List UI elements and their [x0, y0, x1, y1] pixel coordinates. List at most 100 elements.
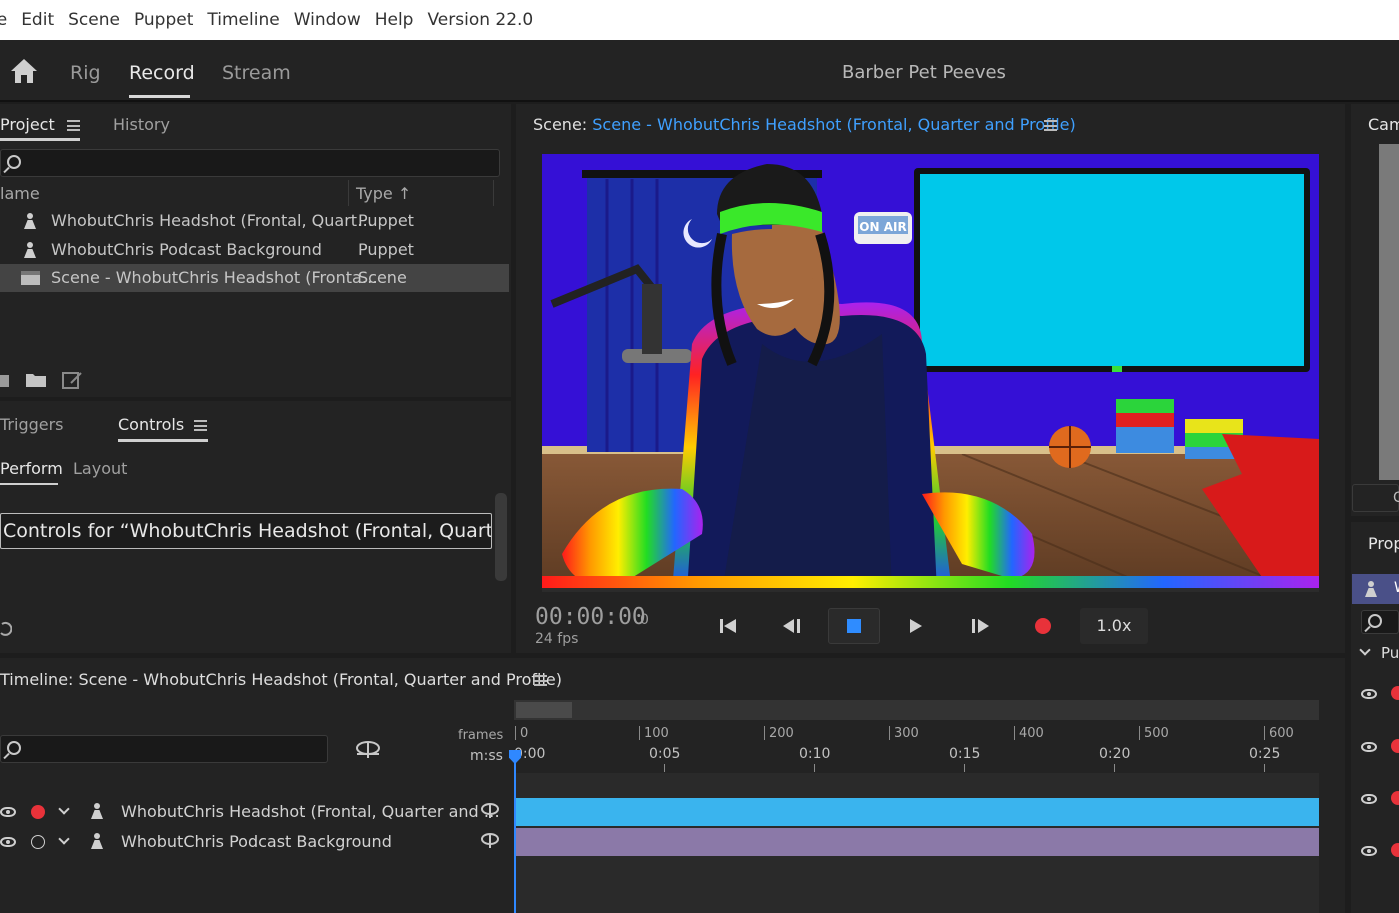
- project-item[interactable]: WhobutChris Headshot (Frontal, Quart… Pu…: [0, 207, 509, 235]
- timeline-ruler: 0 100 200 300 400 500 600 0:00 0:05 0:10…: [514, 720, 1319, 773]
- menu-edit[interactable]: Edit: [21, 10, 54, 30]
- menu-window[interactable]: Window: [294, 10, 361, 30]
- selected-prop-item[interactable]: W: [1352, 574, 1399, 604]
- edit-icon[interactable]: [62, 370, 84, 390]
- properties-search-input[interactable]: [1361, 610, 1399, 634]
- scene-panel: Scene: Scene - WhobutChris Headshot (Fro…: [516, 104, 1345, 653]
- menu-puppet[interactable]: Puppet: [134, 10, 193, 30]
- tab-history[interactable]: History: [113, 115, 170, 134]
- properties-label[interactable]: Prop: [1368, 534, 1399, 553]
- column-type[interactable]: Type ↑: [356, 184, 411, 203]
- folder-icon[interactable]: [25, 371, 47, 388]
- playback-speed[interactable]: 1.0x: [1080, 608, 1148, 644]
- timeline-scrollbar[interactable]: [514, 700, 1319, 720]
- eye-icon[interactable]: [0, 837, 16, 847]
- stop-button[interactable]: [828, 608, 880, 644]
- menu-timeline[interactable]: Timeline: [207, 10, 279, 30]
- track-bar-background[interactable]: [514, 828, 1319, 856]
- tab-stream[interactable]: Stream: [222, 62, 291, 84]
- tab-rig[interactable]: Rig: [70, 62, 101, 84]
- eye-icon[interactable]: [1361, 689, 1377, 699]
- tick-mark: [515, 726, 516, 740]
- tick-mark: [1264, 764, 1265, 772]
- record-arm-icon[interactable]: [1391, 739, 1399, 753]
- project-search-input[interactable]: [0, 149, 500, 177]
- camera-panel: Cam C: [1351, 104, 1399, 516]
- timeline-filter-icon[interactable]: [355, 740, 381, 760]
- record-button[interactable]: [1023, 608, 1063, 644]
- eye-icon[interactable]: [0, 807, 16, 817]
- tick-mark: [964, 764, 965, 772]
- record-arm-icon[interactable]: [1391, 686, 1399, 700]
- tab-record[interactable]: Record: [129, 62, 195, 84]
- track-filter-icon[interactable]: [481, 833, 499, 849]
- eye-icon[interactable]: [1361, 794, 1377, 804]
- frame-tick: 500: [1144, 726, 1169, 741]
- time-tick: 0:25: [1249, 746, 1281, 762]
- panel-menu-icon[interactable]: [67, 120, 80, 131]
- tick-mark: [889, 726, 890, 740]
- subtab-layout[interactable]: Layout: [73, 459, 127, 478]
- controls-panel: Triggers Controls Perform Layout Control…: [0, 401, 511, 653]
- menu-file[interactable]: le: [0, 10, 7, 30]
- chevron-down-icon[interactable]: [1359, 644, 1371, 656]
- tab-triggers[interactable]: Triggers: [0, 415, 64, 434]
- puppet-icon: [24, 213, 36, 229]
- scene-icon: [21, 271, 40, 285]
- track-filter-icon[interactable]: [481, 803, 499, 819]
- tick-mark: [814, 764, 815, 772]
- camera-label[interactable]: Cam: [1368, 115, 1399, 134]
- step-back-button[interactable]: [772, 608, 812, 644]
- scene-stage[interactable]: ON AIR: [542, 154, 1319, 592]
- menu-scene[interactable]: Scene: [68, 10, 120, 30]
- chevron-down-icon[interactable]: [58, 803, 70, 815]
- on-air-sign: ON AIR: [859, 220, 906, 234]
- project-item[interactable]: WhobutChris Podcast Background Puppet: [0, 236, 509, 264]
- chevron-down-icon[interactable]: [58, 833, 70, 845]
- new-item-icon[interactable]: [0, 372, 10, 388]
- frame-tick: 0: [520, 726, 529, 741]
- record-arm-icon[interactable]: [1391, 843, 1399, 857]
- timeline-scroll-thumb[interactable]: [516, 702, 572, 718]
- column-name[interactable]: lame: [0, 184, 40, 203]
- puppet-icon: [24, 242, 36, 258]
- tab-controls[interactable]: Controls: [118, 415, 184, 434]
- puppet-icon: [91, 803, 103, 819]
- project-item-selected[interactable]: Scene - WhobutChris Headshot (Fronta… Sc…: [0, 264, 509, 292]
- record-arm-icon[interactable]: [31, 805, 45, 819]
- search-icon: [7, 155, 21, 169]
- tick-mark: [664, 764, 665, 772]
- tab-project[interactable]: Project: [0, 115, 55, 134]
- project-panel: Project History lame Type ↑ WhobutChris …: [0, 104, 511, 397]
- frame-tick: 300: [894, 726, 919, 741]
- panel-menu-icon[interactable]: [534, 675, 547, 686]
- timeline-search-input[interactable]: [0, 735, 328, 763]
- refresh-icon[interactable]: [0, 621, 12, 639]
- puppet-icon: [1365, 581, 1377, 597]
- step-forward-button[interactable]: [960, 608, 1000, 644]
- camera-preview: [1379, 144, 1399, 480]
- track-row[interactable]: WhobutChris Headshot (Frontal, Quarter a…: [0, 798, 510, 826]
- home-icon[interactable]: [10, 58, 38, 84]
- camera-button[interactable]: C: [1352, 484, 1399, 512]
- subtab-perform[interactable]: Perform: [0, 459, 63, 478]
- record-arm-icon[interactable]: [31, 835, 45, 849]
- panel-menu-icon[interactable]: [1044, 120, 1057, 131]
- track-bar-headshot[interactable]: [514, 798, 1319, 826]
- scene-name-link[interactable]: Scene - WhobutChris Headshot (Frontal, Q…: [592, 115, 1075, 134]
- timeline-tracks-area[interactable]: 0 100 200 300 400 500 600 0:00 0:05 0:10…: [514, 700, 1319, 913]
- record-icon: [1035, 618, 1051, 634]
- eye-icon[interactable]: [1361, 742, 1377, 752]
- controls-scrollbar[interactable]: [495, 493, 507, 581]
- play-button[interactable]: [896, 608, 936, 644]
- go-to-start-button[interactable]: [708, 608, 748, 644]
- record-arm-icon[interactable]: [1391, 791, 1399, 805]
- playhead[interactable]: [514, 755, 516, 913]
- eye-icon[interactable]: [1361, 846, 1377, 856]
- panel-menu-icon[interactable]: [194, 420, 207, 431]
- menu-help[interactable]: Help: [375, 10, 414, 30]
- timecode: 00:00:00: [535, 604, 646, 630]
- track-row[interactable]: WhobutChris Podcast Background: [0, 828, 510, 856]
- scene-label: Scene: Scene - WhobutChris Headshot (Fro…: [533, 115, 1076, 134]
- project-title: Barber Pet Peeves: [842, 62, 1006, 83]
